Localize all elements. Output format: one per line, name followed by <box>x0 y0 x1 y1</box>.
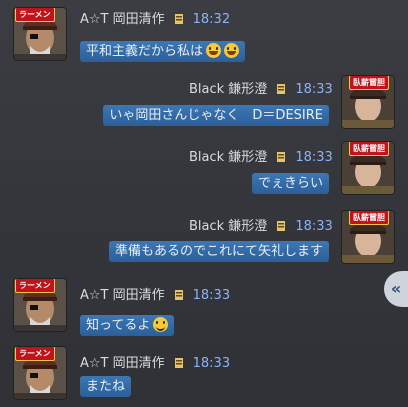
message-text: でぇきらい <box>257 176 323 191</box>
avatar[interactable]: 臥薪嘗胆 <box>342 142 394 194</box>
message-bubble[interactable]: でぇきらい <box>251 173 329 194</box>
message-text: 準備もあるのでこれにて矢礼します <box>114 244 323 259</box>
avatar-badge: 臥薪嘗胆 <box>349 211 389 225</box>
avatar[interactable]: ラーメン <box>14 8 66 60</box>
rank-insignia-icon <box>275 83 287 95</box>
message-header: Black 鎌形澄 18:33 <box>189 218 333 236</box>
message-bubble[interactable]: 平和主義だから私は <box>80 41 246 62</box>
sender-name[interactable]: Black 鎌形澄 <box>189 150 267 165</box>
avatar[interactable]: ラーメン <box>14 279 66 331</box>
message-text: いゃ岡田さんじゃなく D＝DESIRE <box>109 108 323 123</box>
laughing-emoji-icon <box>224 43 240 58</box>
laughing-emoji-icon <box>206 43 222 58</box>
sender-name[interactable]: Black 鎌形澄 <box>189 219 267 234</box>
avatar[interactable]: 臥薪嘗胆 <box>342 211 394 263</box>
message-text: 知ってるよ <box>86 318 151 333</box>
message-text: 平和主義だから私は <box>86 44 204 59</box>
sender-name[interactable]: A☆T 岡田清作 <box>80 288 165 303</box>
chat-message: ラーメン A☆T 岡田清作 18:33 知ってるよ <box>0 273 408 339</box>
rank-insignia-icon <box>275 151 287 163</box>
message-bubble[interactable]: 準備もあるのでこれにて矢礼します <box>108 241 329 262</box>
avatar-badge: ラーメン <box>15 279 55 293</box>
message-time: 18:33 <box>295 219 333 234</box>
sender-name[interactable]: A☆T 岡田清作 <box>80 356 165 371</box>
message-bubble[interactable]: またね <box>80 376 132 397</box>
rank-insignia-icon <box>275 220 287 232</box>
message-time: 18:33 <box>295 150 333 165</box>
chat-message: 臥薪嘗胆 Black 鎌形澄 18:33 いゃ岡田さんじゃなく D＝DESIRE <box>0 66 408 134</box>
chat-message: 臥薪嘗胆 Black 鎌形澄 18:33 準備もあるのでこれにて矢礼します <box>0 205 408 273</box>
rank-insignia-icon <box>173 289 185 301</box>
rank-insignia-icon <box>173 13 185 25</box>
message-text: またね <box>86 379 126 394</box>
message-time: 18:32 <box>192 12 231 27</box>
message-time: 18:33 <box>192 288 231 303</box>
chat-message: 臥薪嘗胆 Black 鎌形澄 18:33 でぇきらい <box>0 136 408 204</box>
chevron-double-left-icon: « <box>390 279 402 298</box>
message-header: A☆T 岡田清作 18:32 <box>80 11 230 29</box>
avatar[interactable]: ラーメン <box>14 347 66 399</box>
avatar[interactable]: 臥薪嘗胆 <box>342 76 394 128</box>
avatar-badge: 臥薪嘗胆 <box>349 76 389 90</box>
message-time: 18:33 <box>192 356 231 371</box>
message-time: 18:33 <box>295 82 333 97</box>
chat-message: ラーメン A☆T 岡田清作 18:32 平和主義だから私は <box>0 0 408 68</box>
sender-name[interactable]: A☆T 岡田清作 <box>80 12 165 27</box>
smiling-emoji-icon <box>153 317 169 332</box>
message-header: A☆T 岡田清作 18:33 <box>80 287 230 305</box>
message-header: Black 鎌形澄 18:33 <box>189 81 333 99</box>
chat-message: ラーメン A☆T 岡田清作 18:33 またね <box>0 341 408 407</box>
sender-name[interactable]: Black 鎌形澄 <box>189 82 267 97</box>
message-header: A☆T 岡田清作 18:33 <box>80 355 230 373</box>
rank-insignia-icon <box>173 357 185 369</box>
avatar-badge: ラーメン <box>15 8 55 22</box>
message-bubble[interactable]: 知ってるよ <box>80 315 175 336</box>
message-header: Black 鎌形澄 18:33 <box>189 149 333 167</box>
message-bubble[interactable]: いゃ岡田さんじゃなく D＝DESIRE <box>103 105 329 126</box>
avatar-badge: ラーメン <box>15 347 55 361</box>
avatar-badge: 臥薪嘗胆 <box>349 142 389 156</box>
